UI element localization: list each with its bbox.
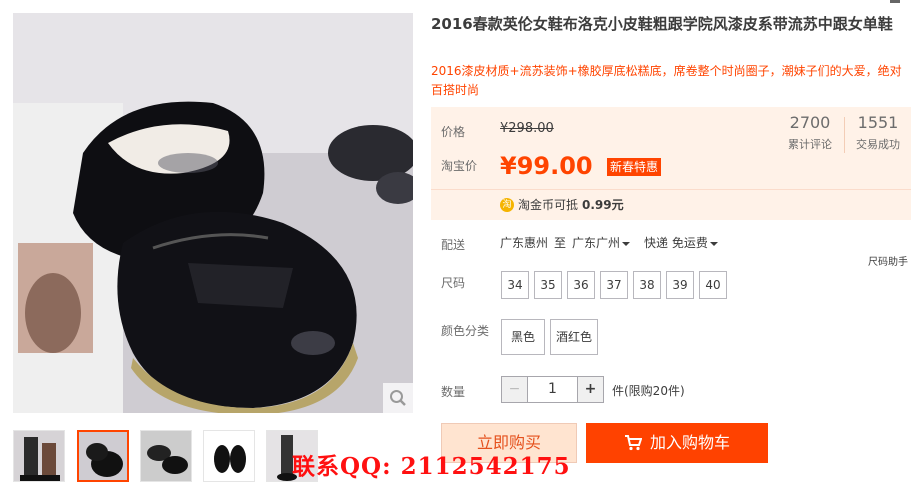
shipping-label: 配送 bbox=[441, 238, 466, 252]
size-option-34[interactable]: 34 bbox=[501, 271, 529, 299]
color-option-wine-red[interactable]: 酒红色 bbox=[550, 319, 598, 355]
price-panel: 价格 ¥298.00 淘宝价 ¥99.00 新春特惠 2700 累计评论 155… bbox=[431, 107, 911, 220]
quantity-label: 数量 bbox=[441, 385, 466, 399]
sales-count: 1551 bbox=[857, 113, 899, 132]
add-to-cart-button[interactable]: 加入购物车 bbox=[586, 423, 768, 463]
sales-label: 交易成功 bbox=[856, 138, 900, 151]
taobao-coin-icon: 淘 bbox=[500, 197, 514, 212]
stat-divider bbox=[844, 117, 845, 153]
thumbnail-1[interactable] bbox=[13, 430, 65, 482]
top-edge-fragment bbox=[890, 0, 900, 3]
reviews-label: 累计评论 bbox=[788, 138, 832, 151]
chevron-down-icon bbox=[709, 241, 718, 246]
thumbnail-strip bbox=[13, 430, 318, 482]
ship-method-dropdown[interactable]: 快递 免运费 bbox=[644, 234, 718, 251]
quantity-input[interactable]: 1 bbox=[527, 376, 578, 403]
ship-to-word: 至 bbox=[554, 236, 567, 250]
size-helper-link[interactable]: 尺码助手 bbox=[868, 253, 908, 268]
reviews-count: 2700 bbox=[789, 113, 831, 132]
promo-badge: 新春特惠 bbox=[607, 158, 662, 176]
size-option-38[interactable]: 38 bbox=[633, 271, 661, 299]
quantity-decrease-button[interactable]: − bbox=[501, 376, 528, 403]
thumbnail-2[interactable] bbox=[77, 430, 129, 482]
size-option-39[interactable]: 39 bbox=[666, 271, 694, 299]
coin-discount-amount: 0.99元 bbox=[582, 198, 624, 212]
taobao-price-label: 淘宝价 bbox=[441, 159, 478, 173]
size-label: 尺码 bbox=[441, 276, 466, 290]
quantity-increase-button[interactable]: + bbox=[577, 376, 604, 403]
size-option-36[interactable]: 36 bbox=[567, 271, 595, 299]
coin-discount: 淘 淘金币可抵 0.99元 bbox=[500, 196, 624, 213]
reviews-stat[interactable]: 2700 累计评论 bbox=[781, 113, 839, 152]
ship-method-value: 快递 免运费 bbox=[644, 236, 708, 250]
main-product-image[interactable] bbox=[13, 13, 413, 413]
ship-to-value: 广东广州 bbox=[572, 236, 621, 250]
size-option-40[interactable]: 40 bbox=[699, 271, 727, 299]
thumbnail-4[interactable] bbox=[203, 430, 255, 482]
color-label: 颜色分类 bbox=[441, 324, 490, 338]
ship-from: 广东惠州 bbox=[500, 236, 549, 250]
quantity-limit: 件(限购20件) bbox=[612, 384, 685, 398]
price-label: 价格 bbox=[441, 125, 466, 139]
magnifier-icon bbox=[390, 390, 406, 406]
product-title: 2016春款英伦女鞋布洛克小皮鞋粗跟学院风漆皮系带流苏中跟女单鞋 bbox=[431, 15, 893, 33]
add-to-cart-label: 加入购物车 bbox=[649, 433, 730, 452]
size-option-37[interactable]: 37 bbox=[600, 271, 628, 299]
shoe-photo bbox=[13, 13, 413, 413]
size-option-35[interactable]: 35 bbox=[534, 271, 562, 299]
contact-watermark: 联系QQ: 2112542175 bbox=[292, 453, 571, 480]
chevron-down-icon bbox=[622, 241, 631, 246]
color-option-black[interactable]: 黑色 bbox=[501, 319, 545, 355]
zoom-button[interactable] bbox=[383, 383, 413, 413]
sales-stat: 1551 交易成功 bbox=[849, 113, 907, 152]
cart-icon bbox=[624, 435, 642, 451]
coin-discount-text: 淘金币可抵 bbox=[518, 198, 579, 212]
product-subtitle: 2016漆皮材质+流苏装饰+橡胶厚底松糕底，席卷整个时尚圈子，潮妹子们的大爱，绝… bbox=[431, 64, 902, 97]
thumbnail-3[interactable] bbox=[140, 430, 192, 482]
ship-to-dropdown[interactable]: 广东广州 bbox=[572, 234, 631, 251]
price-divider bbox=[431, 189, 911, 190]
shipping-row: 广东惠州 至 广东广州 快递 免运费 bbox=[500, 234, 718, 251]
taobao-price: ¥99.00 bbox=[500, 152, 593, 180]
original-price: ¥298.00 bbox=[500, 121, 554, 136]
